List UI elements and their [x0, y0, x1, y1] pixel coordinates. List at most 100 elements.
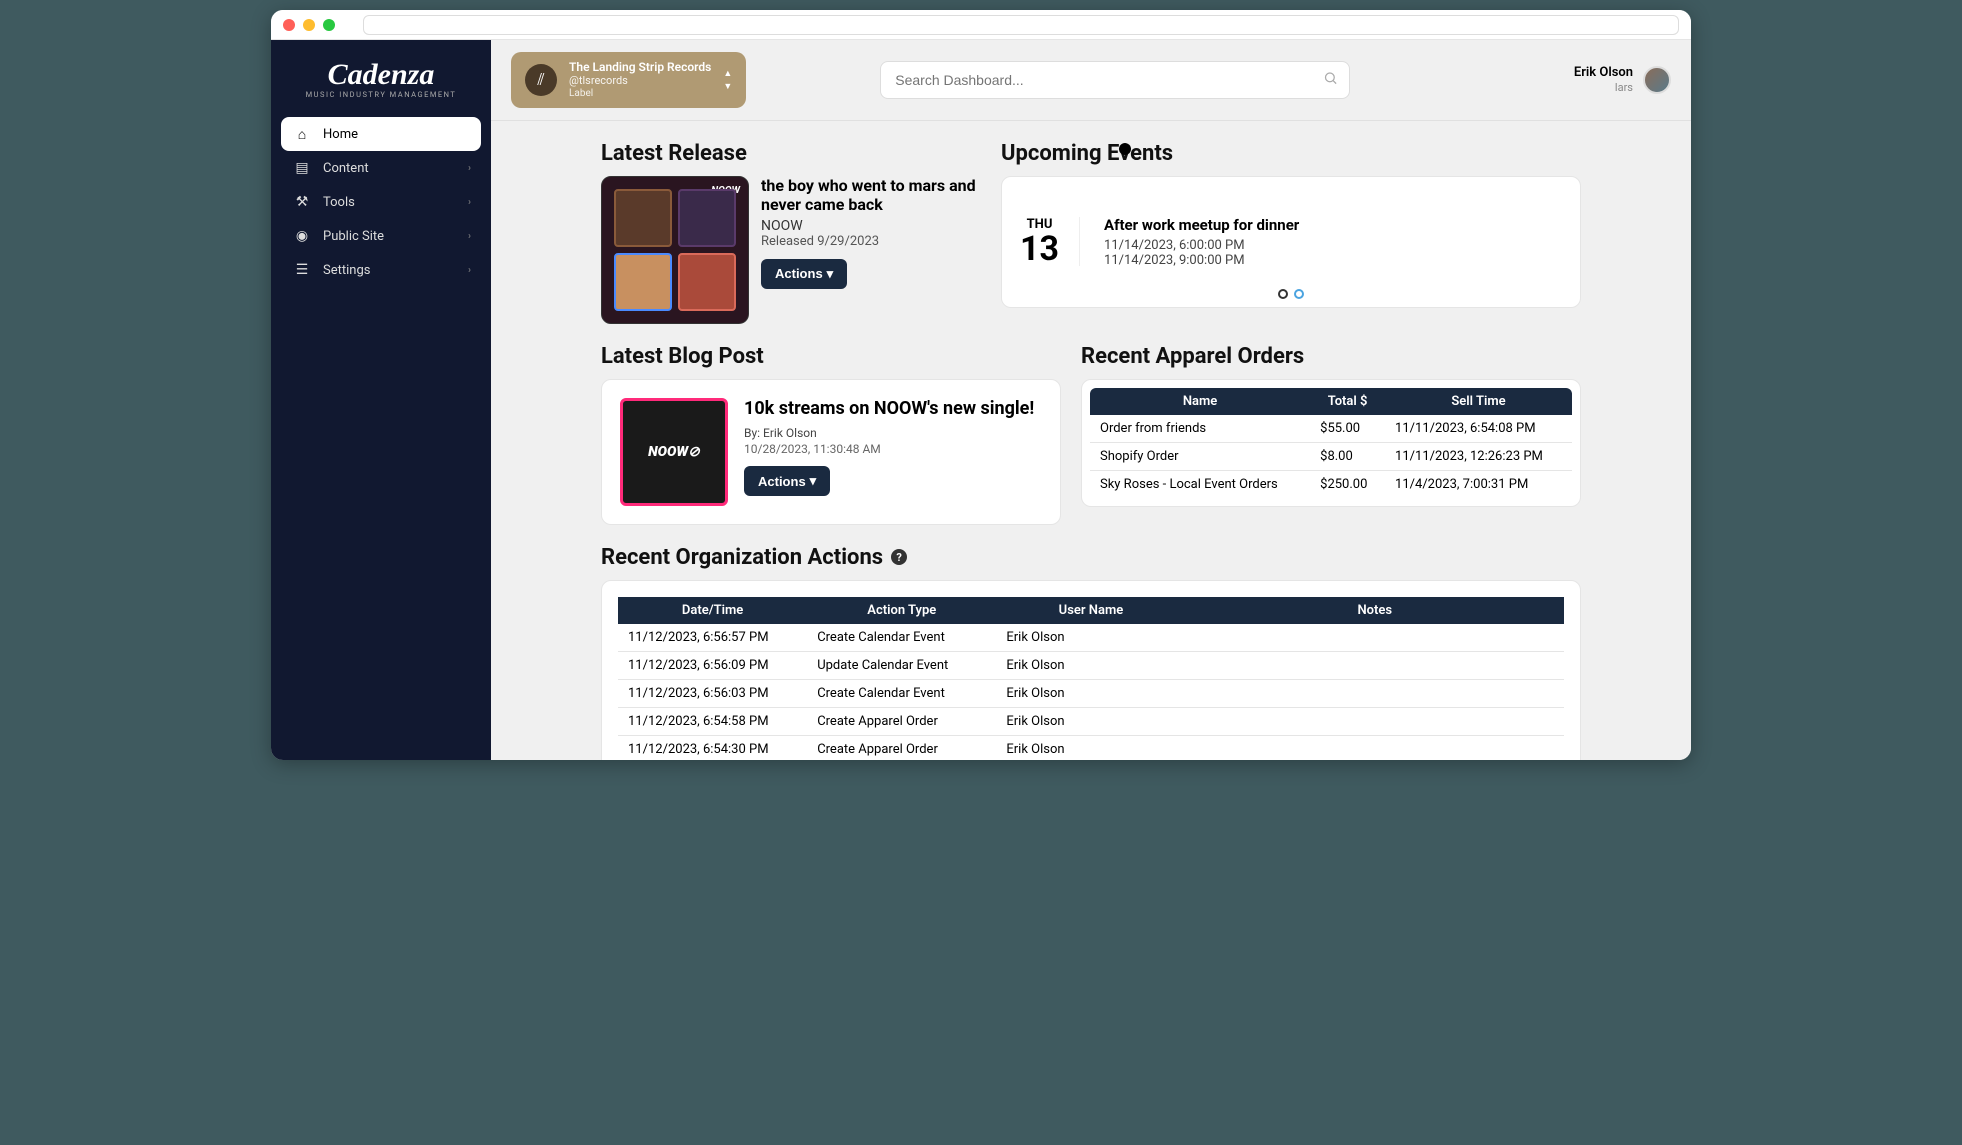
blog-card: NOOW⊘ 10k streams on NOOW's new single! … — [601, 379, 1061, 525]
event-details: After work meetup for dinner 11/14/2023,… — [1104, 216, 1562, 268]
cell-name: Sky Roses - Local Event Orders — [1090, 470, 1310, 498]
orders-table: Name Total $ Sell Time Order from friend… — [1090, 388, 1572, 498]
settings-icon: ☰ — [293, 261, 311, 279]
sidebar-item-label: Content — [323, 161, 369, 176]
carousel-dot[interactable] — [1278, 289, 1288, 299]
table-row[interactable]: Order from friends$55.0011/11/2023, 6:54… — [1090, 415, 1572, 443]
app-body: Cadenza MUSIC INDUSTRY MANAGEMENT ⌂ Home… — [271, 40, 1691, 760]
sidebar-item-public-site[interactable]: ◉ Public Site › — [281, 219, 481, 253]
org-info: The Landing Strip Records @tlsrecords La… — [569, 60, 711, 100]
minimize-window-icon[interactable] — [303, 19, 315, 31]
blog-thumbnail: NOOW⊘ — [620, 398, 728, 506]
cell-notes — [1186, 624, 1564, 652]
dashboard-content: Latest Release the boy who went to mars … — [491, 121, 1691, 760]
event-title: After work meetup for dinner — [1104, 216, 1562, 234]
titlebar — [271, 10, 1691, 40]
release-title: the boy who went to mars and never came … — [761, 176, 981, 214]
sidebar-item-label: Home — [323, 127, 358, 142]
url-bar[interactable] — [363, 15, 1679, 35]
col-notes: Notes — [1186, 597, 1564, 624]
caret-down-icon: ▾ — [810, 473, 817, 489]
brand-name: Cadenza — [281, 60, 481, 90]
table-row[interactable]: 11/12/2023, 6:56:57 PMCreate Calendar Ev… — [618, 624, 1564, 652]
event-day-num: 13 — [1020, 232, 1059, 266]
cell-user: Erik Olson — [996, 624, 1185, 652]
table-row[interactable]: Shopify Order$8.0011/11/2023, 12:26:23 P… — [1090, 442, 1572, 470]
sidebar-item-settings[interactable]: ☰ Settings › — [281, 253, 481, 287]
avatar — [1643, 66, 1671, 94]
blog-date: 10/28/2023, 11:30:48 AM — [744, 442, 1042, 456]
blog-info: 10k streams on NOOW's new single! By: Er… — [744, 398, 1042, 506]
user-text: Erik Olson lars — [1574, 65, 1633, 94]
event-date: THU 13 — [1020, 217, 1080, 266]
search-wrap — [880, 61, 1350, 99]
close-window-icon[interactable] — [283, 19, 295, 31]
content-icon: ▤ — [293, 159, 311, 177]
search-input[interactable] — [880, 61, 1350, 99]
org-type: Label — [569, 88, 711, 100]
section-title: Recent Organization Actions — [601, 545, 883, 570]
cell-datetime: 11/12/2023, 6:56:09 PM — [618, 651, 807, 679]
table-row[interactable]: 11/12/2023, 6:56:09 PMUpdate Calendar Ev… — [618, 651, 1564, 679]
carousel-dot[interactable] — [1294, 289, 1304, 299]
upcoming-events-section: Upcoming Events THU 13 After work meetup… — [1001, 141, 1581, 324]
traffic-lights — [283, 19, 335, 31]
cell-time: 11/11/2023, 12:26:23 PM — [1385, 442, 1572, 470]
cell-user: Erik Olson — [996, 707, 1185, 735]
blog-author: By: Erik Olson — [744, 426, 1042, 440]
org-actions-section: Recent Organization Actions ? Date/Time … — [601, 545, 1581, 760]
table-row[interactable]: 11/12/2023, 6:56:03 PMCreate Calendar Ev… — [618, 679, 1564, 707]
table-row[interactable]: 11/12/2023, 6:54:58 PMCreate Apparel Ord… — [618, 707, 1564, 735]
cell-notes — [1186, 735, 1564, 760]
tools-icon: ⚒ — [293, 193, 311, 211]
latest-blog-section: Latest Blog Post NOOW⊘ 10k streams on NO… — [601, 344, 1061, 525]
col-name: Name — [1090, 388, 1310, 415]
blog-title: 10k streams on NOOW's new single! — [744, 398, 1042, 421]
actions-table: Date/Time Action Type User Name Notes 11… — [618, 597, 1564, 760]
release-card: the boy who went to mars and never came … — [601, 176, 981, 324]
cell-total: $8.00 — [1310, 442, 1385, 470]
event-card: THU 13 After work meetup for dinner 11/1… — [1001, 176, 1581, 308]
user-menu[interactable]: Erik Olson lars — [1574, 65, 1671, 94]
maximize-window-icon[interactable] — [323, 19, 335, 31]
cell-user: Erik Olson — [996, 651, 1185, 679]
latest-release-section: Latest Release the boy who went to mars … — [601, 141, 981, 324]
carousel-dot-icon[interactable] — [1119, 143, 1131, 155]
org-avatar-icon: ⫽ — [525, 64, 557, 96]
cell-datetime: 11/12/2023, 6:54:30 PM — [618, 735, 807, 760]
cell-type: Create Apparel Order — [807, 735, 996, 760]
table-row[interactable]: Sky Roses - Local Event Orders$250.0011/… — [1090, 470, 1572, 498]
cell-notes — [1186, 651, 1564, 679]
app-window: Cadenza MUSIC INDUSTRY MANAGEMENT ⌂ Home… — [271, 10, 1691, 760]
cell-total: $55.00 — [1310, 415, 1385, 443]
cell-datetime: 11/12/2023, 6:54:58 PM — [618, 707, 807, 735]
search-icon — [1323, 70, 1338, 89]
cell-name: Shopify Order — [1090, 442, 1310, 470]
table-row[interactable]: 11/12/2023, 6:54:30 PMCreate Apparel Ord… — [618, 735, 1564, 760]
globe-icon: ◉ — [293, 227, 311, 245]
button-label: Actions — [758, 474, 806, 489]
caret-down-icon: ▾ — [827, 266, 834, 282]
chevron-right-icon: › — [468, 231, 471, 242]
main-content: ⫽ The Landing Strip Records @tlsrecords … — [491, 40, 1691, 760]
orders-card: Name Total $ Sell Time Order from friend… — [1081, 379, 1581, 507]
sidebar-item-home[interactable]: ⌂ Home — [281, 117, 481, 151]
release-actions-button[interactable]: Actions ▾ — [761, 259, 847, 289]
cell-type: Create Calendar Event — [807, 679, 996, 707]
sidebar-item-content[interactable]: ▤ Content › — [281, 151, 481, 185]
col-action-type: Action Type — [807, 597, 996, 624]
help-icon[interactable]: ? — [891, 549, 907, 565]
release-info: the boy who went to mars and never came … — [761, 176, 981, 324]
section-title: Recent Apparel Orders — [1081, 344, 1581, 369]
sidebar-item-tools[interactable]: ⚒ Tools › — [281, 185, 481, 219]
actions-card: Date/Time Action Type User Name Notes 11… — [601, 580, 1581, 760]
chevron-right-icon: › — [468, 265, 471, 276]
sidebar-item-label: Public Site — [323, 229, 384, 244]
org-name: The Landing Strip Records — [569, 60, 711, 74]
release-artist: NOOW — [761, 218, 981, 234]
org-selector[interactable]: ⫽ The Landing Strip Records @tlsrecords … — [511, 52, 746, 108]
cell-datetime: 11/12/2023, 6:56:03 PM — [618, 679, 807, 707]
event-start: 11/14/2023, 6:00:00 PM — [1104, 238, 1562, 253]
cell-type: Create Calendar Event — [807, 624, 996, 652]
blog-actions-button[interactable]: Actions ▾ — [744, 466, 830, 496]
